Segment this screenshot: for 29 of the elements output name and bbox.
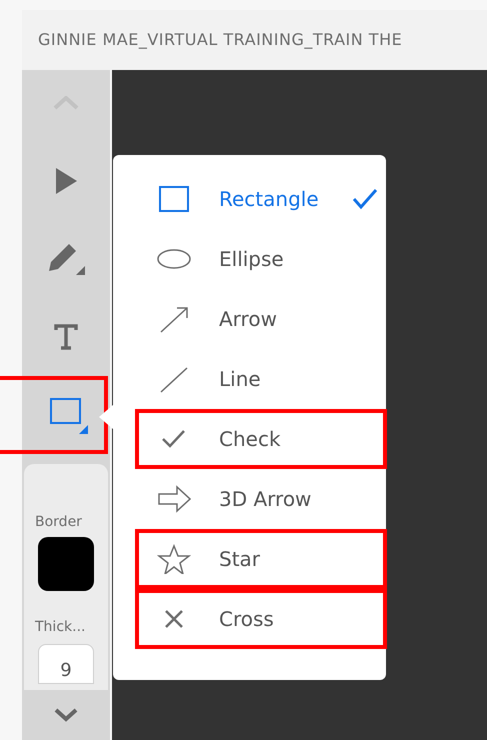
rectangle-icon: [157, 184, 191, 214]
border-color-swatch[interactable]: [38, 537, 94, 591]
thickness-label: Thick...: [35, 618, 86, 637]
outline-arrow-icon: [157, 484, 191, 514]
thickness-field[interactable]: 9: [38, 644, 94, 684]
menu-item[interactable]: Rectangle: [135, 169, 387, 229]
pointer-icon: [53, 166, 79, 196]
border-label: Border: [35, 513, 83, 532]
menu-item[interactable]: 3D Arrow: [135, 469, 387, 529]
menu-item[interactable]: Cross: [135, 589, 387, 649]
menu-item[interactable]: Star: [135, 529, 387, 589]
menu-item-label: Check: [219, 426, 282, 453]
tool-button[interactable]: [0, 376, 108, 454]
text-tool-icon: [53, 323, 79, 351]
menu-item-label: Rectangle: [219, 186, 320, 213]
menu-item[interactable]: Arrow: [135, 289, 387, 349]
star-icon: [157, 544, 191, 574]
menu-item[interactable]: Ellipse: [135, 229, 387, 289]
menu-item-label: Star: [219, 546, 262, 573]
menu-item-label: Arrow: [219, 306, 278, 333]
menu-item-label: Ellipse: [219, 246, 285, 273]
menu-item-label: Line: [219, 366, 262, 393]
selected-checkmark-icon: [351, 187, 379, 211]
menu-item[interactable]: Check: [135, 409, 387, 469]
menu-item-label: 3D Arrow: [219, 486, 312, 513]
menu-item[interactable]: Line: [135, 349, 387, 409]
window-title: GINNIE MAE_VIRTUAL TRAINING_TRAIN THE: [38, 29, 402, 51]
chevron-down-icon[interactable]: [54, 708, 78, 722]
menu-item-label: Cross: [219, 606, 275, 633]
